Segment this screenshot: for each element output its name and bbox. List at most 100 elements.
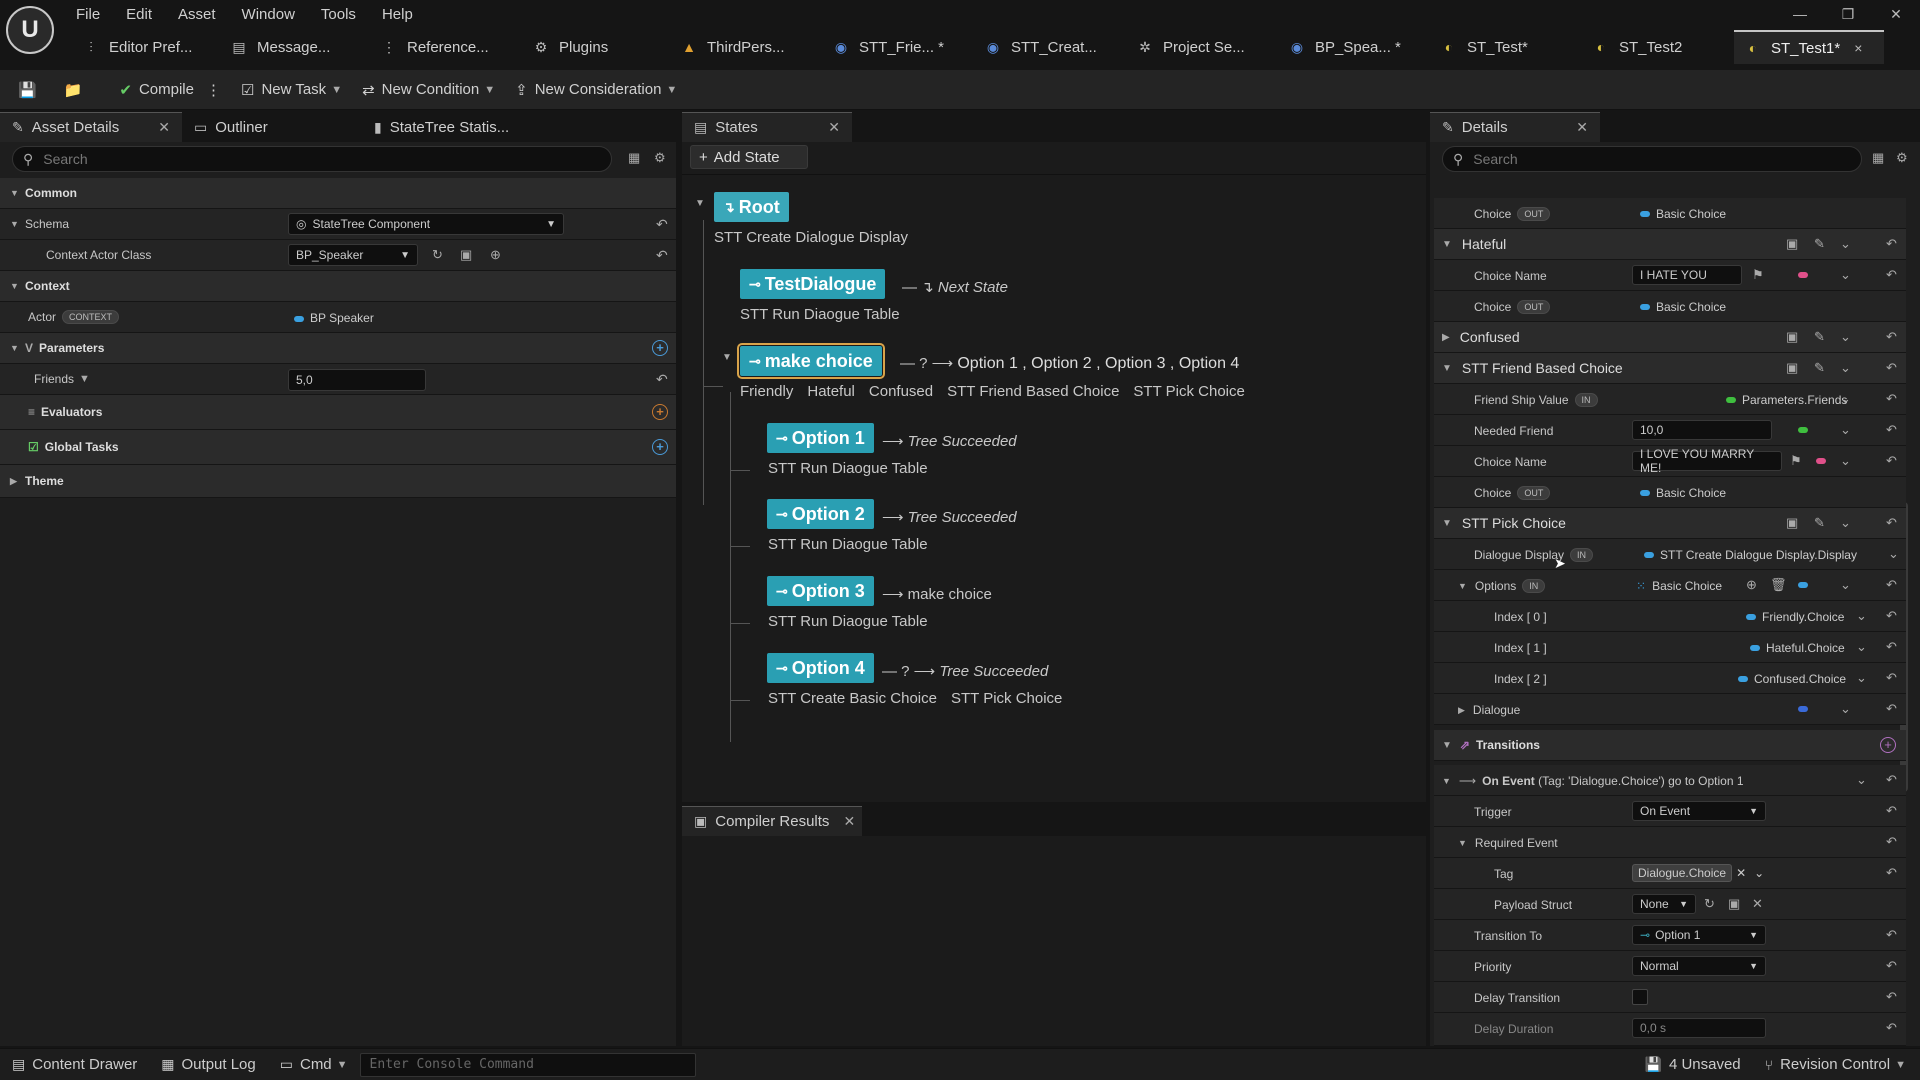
state-testdialogue[interactable]: ⊸ TestDialogue [740, 269, 886, 299]
state-root[interactable]: ↴ Root [714, 192, 789, 222]
chevron-down-icon[interactable]: ▼ [79, 373, 90, 385]
reset-icon[interactable]: ↶ [1886, 515, 1897, 531]
stt-friend-section[interactable]: ▼ STT Friend Based Choice ▣ ✎ ⌄ ↶ [1434, 353, 1906, 384]
tab-plugins[interactable]: ⚙ Plugins [522, 30, 670, 64]
reset-icon[interactable]: ↶ [1886, 834, 1897, 850]
close-tab-icon[interactable]: ✕ [158, 119, 170, 136]
compile-button[interactable]: ✔ Compile ⋮ [119, 81, 221, 99]
chevron-down-icon[interactable]: ▼ [695, 198, 705, 209]
chevron-down-icon[interactable]: ⌄ [1840, 422, 1851, 438]
tab-stt-create[interactable]: ◉ STT_Creat... [974, 30, 1126, 64]
chevron-down-icon[interactable]: ⌄ [1754, 866, 1764, 880]
theme-section[interactable]: ▶ Theme [0, 465, 676, 498]
delay-transition-checkbox[interactable] [1632, 989, 1648, 1005]
state-option4[interactable]: ⊸ Option 4 [767, 653, 874, 683]
content-drawer-button[interactable]: ▤ Content Drawer [12, 1056, 137, 1073]
choice-name-field[interactable]: I HATE YOU [1632, 265, 1742, 285]
add-global-task-icon[interactable]: + [652, 439, 668, 455]
edit-icon[interactable]: ✎ [1814, 360, 1825, 376]
chevron-down-icon[interactable]: ⌄ [1840, 267, 1851, 283]
unsaved-button[interactable]: 💾 4 Unsaved [1645, 1056, 1741, 1073]
evaluators-section[interactable]: ≡ Evaluators + [0, 395, 676, 430]
table-view-icon[interactable]: ▦ [1872, 150, 1884, 166]
flag-icon[interactable]: ⚑ [1790, 453, 1802, 469]
reset-icon[interactable]: ↶ [1886, 772, 1897, 788]
reset-icon[interactable]: ↶ [1886, 989, 1897, 1005]
transition-to-dropdown[interactable]: ⊸ Option 1 ▼ [1632, 925, 1766, 945]
chevron-down-icon[interactable]: ⌄ [1840, 577, 1851, 593]
details-search-input[interactable]: ⚲ Search [1442, 146, 1862, 172]
reset-icon[interactable]: ↶ [1886, 865, 1897, 881]
tab-outliner[interactable]: ▭ Outliner [182, 112, 362, 142]
maximize-icon[interactable]: ❐ [1824, 6, 1872, 23]
close-window-icon[interactable]: ✕ [1872, 6, 1920, 23]
payload-struct-dropdown[interactable]: None ▼ [1632, 894, 1696, 914]
new-condition-button[interactable]: ⇄ New Condition ▼ [362, 81, 495, 99]
menu-file[interactable]: File [76, 6, 100, 23]
context-section[interactable]: ▼ Context [0, 271, 676, 302]
chevron-down-icon[interactable]: ⌄ [1840, 329, 1851, 345]
browse-icon[interactable]: ▣ [1786, 515, 1798, 531]
global-tasks-section[interactable]: ☑ Global Tasks + [0, 430, 676, 465]
tab-details[interactable]: ✎ Details ✕ [1430, 112, 1600, 142]
reset-icon[interactable]: ↶ [1886, 701, 1897, 717]
save-button[interactable]: 💾 [18, 81, 44, 99]
tab-bp-speaker[interactable]: ◉ BP_Spea... * [1278, 30, 1430, 64]
reset-icon[interactable]: ↶ [656, 371, 668, 388]
reset-icon[interactable]: ↶ [1886, 670, 1897, 686]
chevron-down-icon[interactable]: ⌄ [1840, 701, 1851, 717]
chevron-down-icon[interactable]: ⌄ [1856, 639, 1867, 655]
reset-icon[interactable]: ↶ [1886, 453, 1897, 469]
add-element-icon[interactable]: ⊕ [1746, 577, 1757, 593]
add-parameter-icon[interactable]: + [652, 340, 668, 356]
trash-icon[interactable]: 🗑 [1770, 577, 1787, 593]
reset-icon[interactable]: ↶ [1886, 803, 1897, 819]
unreal-logo-icon[interactable]: U [6, 6, 54, 54]
menu-asset[interactable]: Asset [178, 6, 216, 23]
table-view-icon[interactable]: ▦ [628, 150, 640, 166]
cmd-dropdown[interactable]: ▭ Cmd ▼ [280, 1056, 348, 1073]
state-option3[interactable]: ⊸ Option 3 [767, 576, 874, 606]
reset-icon[interactable]: ↶ [1886, 958, 1897, 974]
pin-icon[interactable] [1798, 272, 1808, 278]
reset-icon[interactable]: ↶ [1886, 639, 1897, 655]
tab-third-person[interactable]: ▲ ThirdPers... [670, 30, 822, 64]
common-section[interactable]: ▼ Common [0, 178, 676, 209]
priority-dropdown[interactable]: Normal ▼ [1632, 956, 1766, 976]
tab-stt-friend[interactable]: ◉ STT_Frie... * [822, 30, 974, 64]
choice-name-field[interactable]: I LOVE YOU MARRY ME! [1632, 447, 1782, 475]
browse-icon[interactable]: ▣ [1786, 236, 1798, 252]
close-tab-icon[interactable]: × [1854, 40, 1862, 56]
schema-dropdown[interactable]: ◎ StateTree Component ▼ [288, 213, 564, 235]
compile-options-icon[interactable]: ⋮ [206, 81, 221, 99]
search-input[interactable]: ⚲ Search [12, 146, 612, 172]
add-evaluator-icon[interactable]: + [652, 404, 668, 420]
browse-button[interactable]: 📁 [64, 81, 90, 99]
tag-value[interactable]: Dialogue.Choice ✕ ⌄ [1632, 864, 1764, 882]
menu-window[interactable]: Window [242, 6, 295, 23]
use-selected-icon[interactable]: ↻ [1704, 896, 1715, 912]
chevron-down-icon[interactable]: ⌄ [1840, 360, 1851, 376]
reset-icon[interactable]: ↶ [1886, 236, 1897, 252]
reset-icon[interactable]: ↶ [656, 216, 668, 233]
browse-icon[interactable]: ▣ [1786, 329, 1798, 345]
state-make-choice[interactable]: ⊸ make choice [737, 343, 885, 379]
edit-icon[interactable]: ✎ [1814, 329, 1825, 345]
settings-icon[interactable]: ⚙ [1896, 150, 1908, 166]
chevron-down-icon[interactable]: ⌄ [1840, 236, 1851, 252]
add-transition-icon[interactable]: + [1880, 737, 1896, 753]
reset-icon[interactable]: ↶ [1886, 608, 1897, 624]
reset-icon[interactable]: ↶ [1886, 329, 1897, 345]
minimize-icon[interactable]: — [1776, 6, 1824, 22]
chevron-down-icon[interactable]: ▼ [722, 352, 732, 363]
delay-duration-field[interactable]: 0,0 s [1632, 1018, 1766, 1038]
tab-statetree-statistics[interactable]: ▮ StateTree Statis... [362, 112, 522, 142]
tab-editor-preferences[interactable]: ⫶ Editor Pref... [72, 30, 220, 64]
remove-tag-icon[interactable]: ✕ [1736, 866, 1746, 880]
chevron-down-icon[interactable]: ▼ [1458, 581, 1467, 591]
browse-icon[interactable]: ▣ [1786, 360, 1798, 376]
tab-asset-details[interactable]: ✎ Asset Details ✕ [0, 112, 182, 142]
friends-field[interactable]: 5,0 [288, 369, 426, 391]
add-state-button[interactable]: + Add State [690, 145, 808, 169]
parameters-section[interactable]: ▼ V Parameters + [0, 333, 676, 364]
